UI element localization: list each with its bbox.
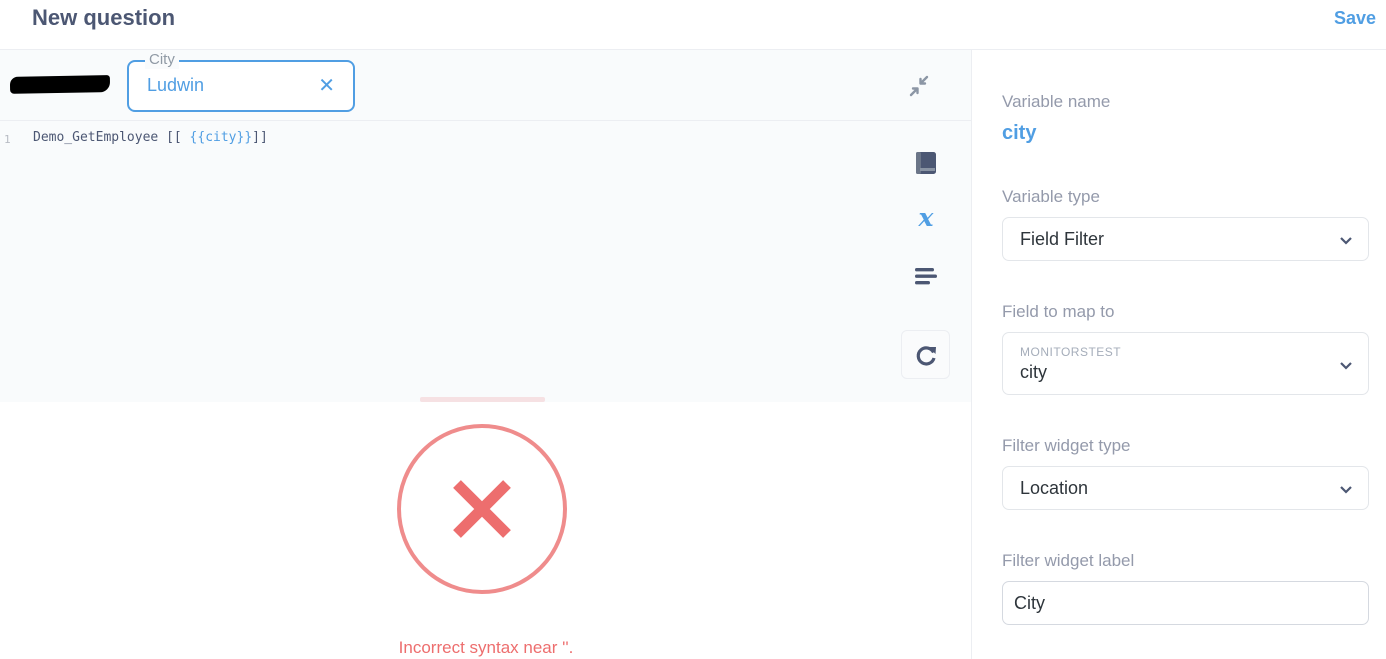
line-number: 1 bbox=[4, 133, 11, 146]
close-icon[interactable]: ✕ bbox=[318, 73, 335, 98]
code-procedure: Demo_GetEmployee bbox=[33, 130, 167, 145]
run-query-button[interactable] bbox=[901, 330, 950, 379]
sql-code[interactable]: Demo_GetEmployee [[ {{city}}]] bbox=[33, 130, 268, 145]
widget-type-label: Filter widget type bbox=[1002, 436, 1131, 455]
parameters-bar: City Ludwin ✕ bbox=[0, 50, 972, 121]
page-title: New question bbox=[32, 5, 176, 30]
error-message: Incorrect syntax near ''. bbox=[398, 638, 574, 657]
variable-name: city bbox=[1002, 122, 1037, 144]
widget-label-label: Filter widget label bbox=[1002, 551, 1135, 570]
city-parameter-widget[interactable]: City Ludwin ✕ bbox=[127, 51, 355, 112]
variable-type-select[interactable]: Field Filter bbox=[1002, 217, 1369, 261]
variable-name-label: Variable name bbox=[1002, 92, 1111, 111]
error-icon-circle bbox=[397, 424, 567, 594]
save-button[interactable]: Save bbox=[1334, 8, 1376, 29]
collapse-icon[interactable] bbox=[906, 74, 932, 100]
widget-label-input[interactable] bbox=[1002, 581, 1369, 625]
chevron-down-icon bbox=[1340, 486, 1352, 494]
code-open-brackets: [[ bbox=[166, 130, 190, 145]
refresh-icon bbox=[916, 346, 936, 366]
field-map-label: Field to map to bbox=[1002, 302, 1115, 321]
parameter-value[interactable]: Ludwin bbox=[147, 75, 204, 96]
field-map-field: city bbox=[1020, 362, 1047, 382]
field-map-table: MONITORSTEST bbox=[1020, 345, 1122, 359]
top-bar: New question Save bbox=[0, 0, 1386, 50]
chevron-down-icon bbox=[1340, 362, 1352, 370]
variable-icon[interactable]: x bbox=[912, 204, 940, 232]
variables-sidebar: Variable name city Variable type Field F… bbox=[972, 50, 1386, 659]
code-close-brackets: ]] bbox=[252, 130, 268, 145]
variable-type-label: Variable type bbox=[1002, 187, 1100, 206]
code-variable-tag: {{city}} bbox=[189, 130, 253, 145]
query-results-area: Incorrect syntax near ''. bbox=[0, 402, 972, 659]
widget-type-value: Location bbox=[1020, 478, 1089, 498]
chevron-down-icon bbox=[1340, 237, 1352, 245]
error-x-icon bbox=[453, 480, 511, 538]
redacted-text bbox=[9, 75, 111, 94]
svg-text:x: x bbox=[918, 204, 935, 232]
field-map-select[interactable]: MONITORSTEST city bbox=[1002, 332, 1369, 395]
native-query-editor: City Ludwin ✕ 1 Demo_GetEmployee [[ {{ci… bbox=[0, 50, 972, 402]
variable-type-value: Field Filter bbox=[1020, 229, 1105, 249]
book-icon[interactable] bbox=[913, 150, 939, 176]
format-icon[interactable] bbox=[913, 263, 939, 289]
parameter-label: City bbox=[145, 51, 179, 69]
widget-type-select[interactable]: Location bbox=[1002, 466, 1369, 510]
